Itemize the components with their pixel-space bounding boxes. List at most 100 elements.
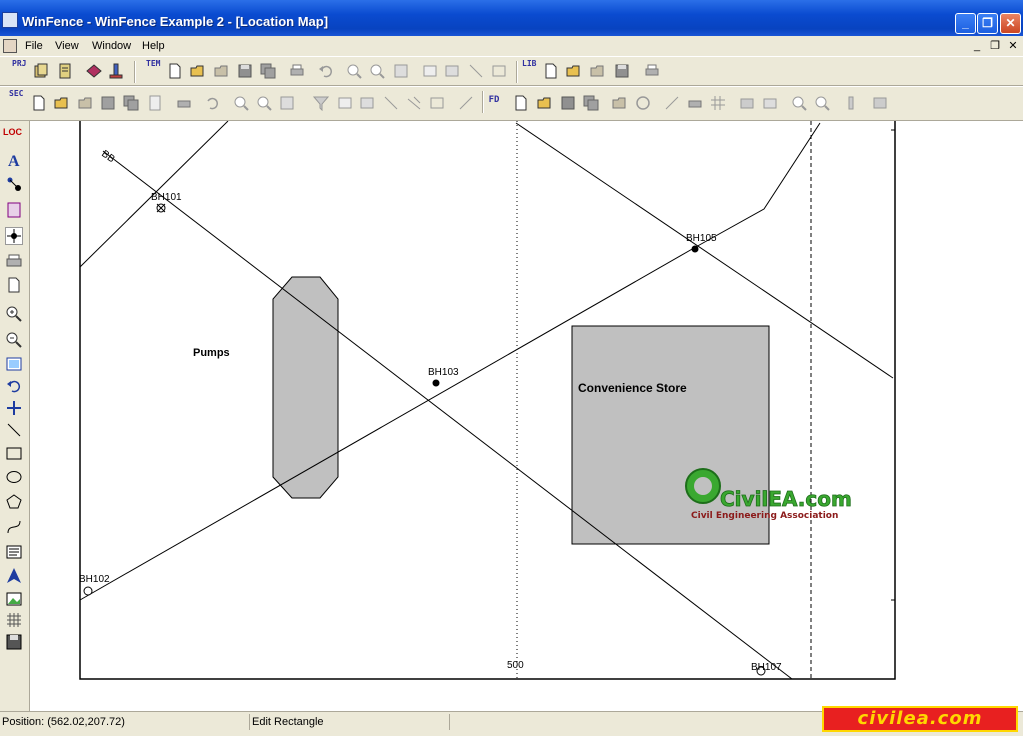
image-tool-icon[interactable] <box>445 63 461 79</box>
new-fence-icon[interactable] <box>513 95 529 111</box>
toolbar-separator <box>134 61 136 83</box>
grid-icon[interactable] <box>710 95 726 111</box>
new-section-icon[interactable] <box>31 95 47 111</box>
mdi-minimize-button[interactable]: _ <box>970 40 984 53</box>
rectangle-tool-icon[interactable] <box>491 63 507 79</box>
new-library-icon[interactable] <box>543 63 559 79</box>
open-section-icon[interactable] <box>54 95 70 111</box>
rotate-icon[interactable] <box>635 95 651 111</box>
save-section-icon[interactable] <box>100 95 116 111</box>
mdi-close-button[interactable]: ✕ <box>1006 40 1020 53</box>
line-tool-icon[interactable] <box>468 63 484 79</box>
save-library-icon[interactable] <box>614 63 630 79</box>
zoom-out-icon[interactable] <box>369 63 385 79</box>
crosshair-icon[interactable] <box>5 399 23 417</box>
text-section-icon[interactable] <box>337 95 353 111</box>
borehole-bh105[interactable] <box>691 245 699 253</box>
save-map-icon[interactable] <box>5 633 23 651</box>
mdi-restore-button[interactable]: ❐ <box>988 40 1002 53</box>
document-icon[interactable] <box>3 39 17 53</box>
grid-label-500: 500 <box>507 660 524 671</box>
zoom-out-section-icon[interactable] <box>256 95 272 111</box>
menu-view[interactable]: View <box>55 40 79 52</box>
draw-curve-icon[interactable] <box>5 518 23 536</box>
save-fence-icon[interactable] <box>560 95 576 111</box>
app-icon[interactable] <box>2 12 18 28</box>
draw-line-icon[interactable] <box>5 421 23 439</box>
insert-image-icon[interactable] <box>5 590 23 608</box>
label-ab-icon[interactable] <box>664 95 680 111</box>
undo-map-icon[interactable] <box>5 377 23 395</box>
line-section-icon[interactable] <box>383 95 399 111</box>
text-tool-icon[interactable] <box>422 63 438 79</box>
undo-section-icon[interactable] <box>204 95 220 111</box>
export-icon[interactable] <box>872 95 888 111</box>
refresh-icon[interactable] <box>147 95 163 111</box>
draw-rectangle-icon[interactable] <box>5 444 23 462</box>
grid-map-icon[interactable] <box>5 611 23 629</box>
zoom-fit-section-icon[interactable] <box>279 95 295 111</box>
borehole-label-bh102: BH102 <box>79 574 110 585</box>
pointer-icon[interactable] <box>843 95 859 111</box>
zoom-in-icon[interactable] <box>346 63 362 79</box>
zoom-out-fence-icon[interactable] <box>814 95 830 111</box>
rectangle-section-icon[interactable] <box>429 95 445 111</box>
text-label-icon[interactable]: A <box>5 151 23 170</box>
close-button[interactable]: ✕ <box>1000 13 1021 34</box>
print-fence-icon[interactable] <box>687 95 703 111</box>
undo-icon[interactable] <box>318 63 334 79</box>
fence-layers-icon[interactable] <box>762 95 778 111</box>
close-file-icon[interactable] <box>214 63 230 79</box>
draw-polygon-icon[interactable] <box>5 493 23 511</box>
book-icon[interactable] <box>86 63 102 79</box>
north-arrow-icon[interactable] <box>5 567 23 585</box>
menu-window[interactable]: Window <box>92 40 131 52</box>
image-section-icon[interactable] <box>360 95 376 111</box>
zoom-fit-icon[interactable] <box>393 63 409 79</box>
open-fence-icon[interactable] <box>537 95 553 111</box>
filter-icon[interactable] <box>313 95 329 111</box>
save-all-fence-icon[interactable] <box>583 95 599 111</box>
print-map-icon[interactable] <box>5 252 23 270</box>
save-icon[interactable] <box>237 63 253 79</box>
borehole-tool-icon[interactable] <box>108 63 124 79</box>
new-map-icon[interactable] <box>5 276 23 294</box>
open-folder-icon[interactable] <box>190 63 206 79</box>
zoom-in-map-icon[interactable] <box>5 305 23 323</box>
minimize-button[interactable]: _ <box>955 13 976 34</box>
zoom-out-map-icon[interactable] <box>5 331 23 349</box>
fd-label: FD <box>488 95 500 105</box>
open-library-icon[interactable] <box>566 63 582 79</box>
print-library-icon[interactable] <box>644 63 660 79</box>
location-map-canvas[interactable]: BB BH101 BH102 BH103 BH105 BH107 Pumps C… <box>30 121 1023 711</box>
print-icon[interactable] <box>289 63 305 79</box>
close-library-icon[interactable] <box>590 63 606 79</box>
ab-label-icon[interactable] <box>458 95 474 111</box>
zoom-in-fence-icon[interactable] <box>791 95 807 111</box>
zoom-in-section-icon[interactable] <box>233 95 249 111</box>
project-files-icon[interactable] <box>57 63 73 79</box>
save-as-icon[interactable] <box>123 95 139 111</box>
draw-ellipse-icon[interactable] <box>5 468 23 486</box>
polyline-icon[interactable] <box>406 95 422 111</box>
save-all-icon[interactable] <box>260 63 276 79</box>
layer-icon[interactable] <box>5 201 23 219</box>
borehole-bh102[interactable] <box>83 586 93 596</box>
restore-button[interactable]: ❐ <box>977 13 998 34</box>
text-box-icon[interactable] <box>5 543 23 561</box>
pumps-area[interactable] <box>272 276 339 499</box>
borehole-place-icon[interactable] <box>5 175 23 193</box>
zoom-extents-icon[interactable] <box>5 355 23 373</box>
borehole-bh103[interactable] <box>432 379 440 387</box>
pumps-label: Pumps <box>193 347 230 359</box>
menu-help[interactable]: Help <box>142 40 165 52</box>
tem-label: TEM <box>146 59 161 68</box>
print-section-icon[interactable] <box>176 95 192 111</box>
select-borehole-icon[interactable] <box>5 227 23 245</box>
menu-file[interactable]: File <box>25 40 43 52</box>
new-file-icon[interactable] <box>167 63 183 79</box>
open-project-icon[interactable] <box>33 63 49 79</box>
close-section-icon[interactable] <box>78 95 94 111</box>
fence-3d-icon[interactable] <box>739 95 755 111</box>
close-fence-icon[interactable] <box>612 95 628 111</box>
